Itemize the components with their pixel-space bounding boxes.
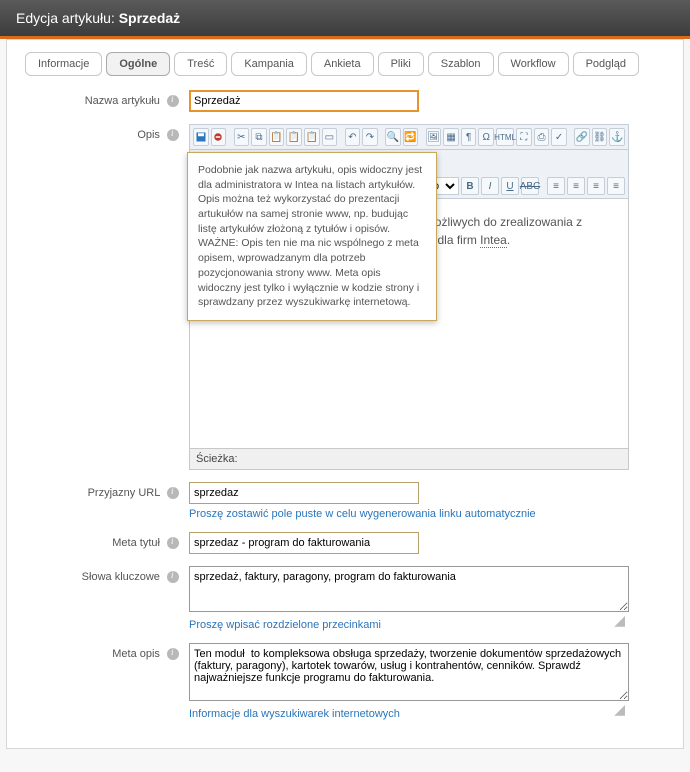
paste-plain-icon[interactable]: 📋	[304, 128, 320, 146]
editor-path-bar: Ścieżka:	[189, 449, 629, 470]
print-icon[interactable]: ⎙	[534, 128, 550, 146]
cut-icon[interactable]: ✂	[234, 128, 250, 146]
select-all-icon[interactable]: ▭	[322, 128, 338, 146]
friendly-url-input[interactable]	[189, 482, 419, 504]
align-justify-icon[interactable]: ≡	[607, 177, 625, 195]
editor-toolbar-row-1: ✂ ⧉ 📋 📋 📋 ▭ ↶ ↷ 🔍 🔁 🖼 ▦ ¶ Ω	[189, 124, 629, 150]
info-icon[interactable]	[167, 95, 179, 107]
save-icon[interactable]	[193, 128, 209, 146]
tab-podglad[interactable]: Podgląd	[573, 52, 639, 76]
tab-bar: Informacje Ogólne Treść Kampania Ankieta…	[19, 52, 671, 76]
italic-button[interactable]: I	[481, 177, 499, 195]
redo-icon[interactable]: ↷	[362, 128, 378, 146]
keywords-hint: Proszę wpisać rozdzielone przecinkami	[189, 619, 629, 631]
tab-ogolne[interactable]: Ogólne	[106, 52, 170, 76]
paragraph-icon[interactable]: ¶	[461, 128, 477, 146]
editor-text-3: .	[507, 233, 510, 247]
paste-word-icon[interactable]: 📋	[286, 128, 302, 146]
align-center-icon[interactable]: ≡	[567, 177, 585, 195]
paste-icon[interactable]: 📋	[269, 128, 285, 146]
anchor-icon[interactable]: ⚓	[609, 128, 625, 146]
separator	[228, 128, 231, 146]
editor-text-underlined-2: Intea	[480, 233, 507, 248]
friendly-url-hint: Proszę zostawić pole puste w celu wygene…	[189, 508, 629, 520]
copy-icon[interactable]: ⧉	[251, 128, 267, 146]
tab-informacje[interactable]: Informacje	[25, 52, 102, 76]
bold-button[interactable]: B	[461, 177, 479, 195]
header-prefix: Edycja artykułu:	[16, 10, 119, 26]
unlink-icon[interactable]: ⛓	[592, 128, 608, 146]
path-label: Ścieżka:	[196, 453, 238, 465]
align-right-icon[interactable]: ≡	[587, 177, 605, 195]
label-meta-title: Meta tytuł	[112, 537, 160, 549]
header-title: Sprzedaż	[119, 10, 180, 26]
separator	[339, 128, 342, 146]
image-icon[interactable]: 🖼	[426, 128, 442, 146]
tab-szablon[interactable]: Szablon	[428, 52, 494, 76]
find-icon[interactable]: 🔍	[385, 128, 401, 146]
label-meta-desc: Meta opis	[112, 648, 160, 660]
tab-kampania[interactable]: Kampania	[231, 52, 307, 76]
label-article-name: Nazwa artykułu	[85, 95, 160, 107]
tab-workflow[interactable]: Workflow	[498, 52, 569, 76]
html-button[interactable]: HTML	[496, 128, 514, 146]
info-icon[interactable]	[167, 129, 179, 141]
special-char-icon[interactable]: Ω	[478, 128, 494, 146]
page-header: Edycja artykułu: Sprzedaż	[0, 0, 690, 39]
align-left-icon[interactable]: ≡	[547, 177, 565, 195]
separator	[380, 128, 383, 146]
strike-button[interactable]: ABC	[521, 177, 539, 195]
separator	[541, 177, 545, 195]
info-icon[interactable]	[167, 487, 179, 499]
spellcheck-icon[interactable]: ✓	[551, 128, 567, 146]
label-description: Opis	[137, 129, 160, 141]
article-name-input[interactable]	[189, 90, 419, 112]
replace-icon[interactable]: 🔁	[403, 128, 419, 146]
tab-pliki[interactable]: Pliki	[378, 52, 424, 76]
label-friendly-url: Przyjazny URL	[88, 487, 160, 499]
keywords-textarea[interactable]: sprzedaż, faktury, paragony, program do …	[189, 566, 629, 612]
tab-ankieta[interactable]: Ankieta	[311, 52, 374, 76]
tab-tresc[interactable]: Treść	[174, 52, 227, 76]
description-tooltip: Podobnie jak nazwa artykułu, opis widocz…	[187, 152, 437, 321]
meta-title-input[interactable]	[189, 532, 419, 554]
underline-button[interactable]: U	[501, 177, 519, 195]
undo-icon[interactable]: ↶	[345, 128, 361, 146]
tooltip-text: Podobnie jak nazwa artykułu, opis widocz…	[198, 164, 422, 308]
info-icon[interactable]	[167, 537, 179, 549]
label-keywords: Słowa kluczowe	[82, 571, 160, 583]
info-icon[interactable]	[167, 648, 179, 660]
link-icon[interactable]: 🔗	[574, 128, 590, 146]
meta-desc-textarea[interactable]: Ten moduł to kompleksowa obsługa sprzeda…	[189, 643, 629, 701]
table-icon[interactable]: ▦	[443, 128, 459, 146]
info-icon[interactable]	[167, 571, 179, 583]
fullscreen-icon[interactable]: ⛶	[516, 128, 532, 146]
delete-icon[interactable]	[211, 128, 227, 146]
meta-desc-hint: Informacje dla wyszukiwarek internetowyc…	[189, 708, 629, 720]
separator	[569, 128, 572, 146]
separator	[420, 128, 423, 146]
